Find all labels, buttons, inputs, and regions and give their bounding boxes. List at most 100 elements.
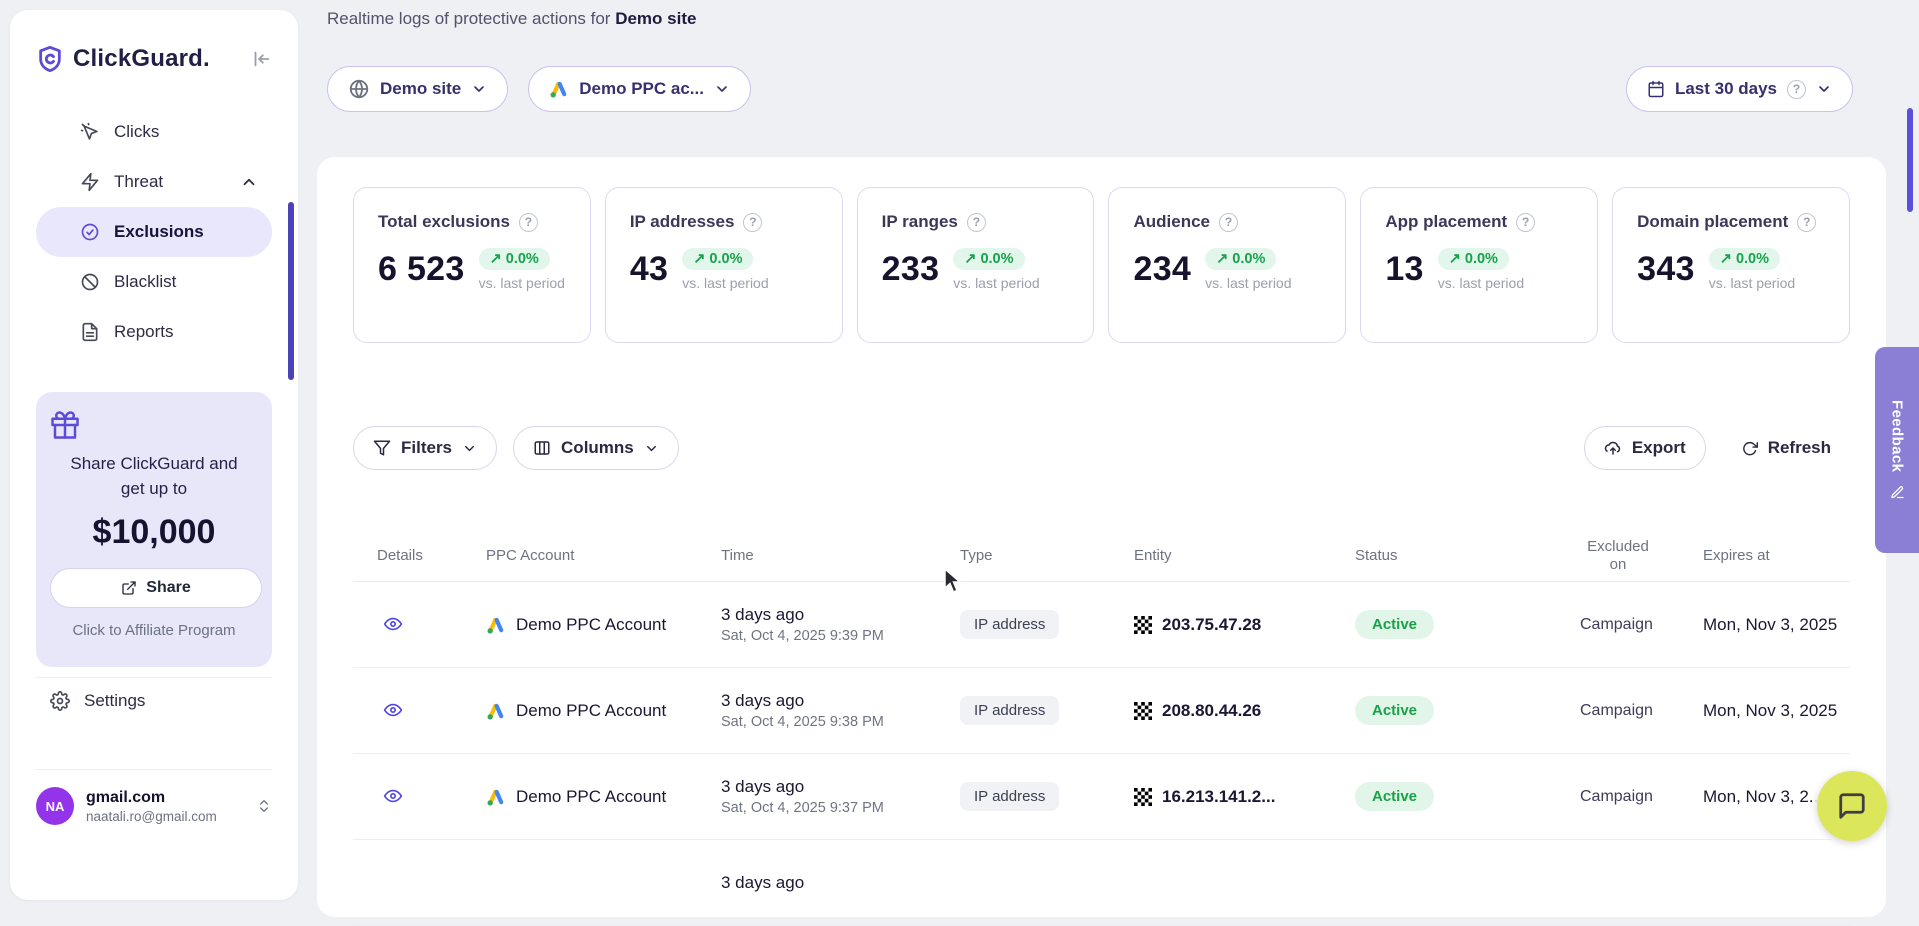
sidebar-item-clicks[interactable]: Clicks: [36, 107, 272, 157]
share-button[interactable]: Share: [50, 568, 262, 608]
affiliate-link-text[interactable]: Click to Affiliate Program: [50, 622, 258, 639]
trend-up-icon: ↗: [1720, 251, 1732, 267]
col-header-expires-at: Expires at: [1703, 547, 1850, 564]
refresh-icon: [1741, 440, 1758, 457]
table-row: 3 days ago: [353, 840, 1850, 926]
view-details-eye-icon[interactable]: [377, 610, 409, 638]
page-subtitle-site: Demo site: [615, 9, 696, 28]
globe-icon: [348, 78, 370, 100]
google-ads-icon: [486, 615, 506, 635]
ppc-account-selector[interactable]: Demo PPC ac...: [528, 66, 751, 112]
col-header-account: PPC Account: [486, 547, 721, 564]
funnel-icon: [373, 439, 391, 457]
affiliate-promo-card[interactable]: Share ClickGuard and get up to $10,000 S…: [36, 392, 272, 667]
stat-card-domain-placement: Domain placement? 343 ↗0.0%vs. last peri…: [1612, 187, 1850, 343]
promo-amount: $10,000: [50, 513, 258, 552]
ppc-account-cell: Demo PPC Account: [516, 787, 666, 807]
feedback-tab[interactable]: Feedback: [1875, 347, 1919, 553]
document-icon: [80, 322, 100, 342]
page-scrollbar-thumb[interactable]: [1907, 108, 1913, 212]
columns-button[interactable]: Columns: [513, 426, 679, 470]
trend-value: 0.0%: [1736, 251, 1769, 267]
feedback-tab-label: Feedback: [1889, 400, 1906, 472]
filters-button[interactable]: Filters: [353, 426, 497, 470]
time-absolute: Sat, Oct 4, 2025 9:39 PM: [721, 628, 960, 644]
stat-card-ip-ranges: IP ranges? 233 ↗0.0%vs. last period: [857, 187, 1095, 343]
sidebar-collapse-icon[interactable]: [250, 48, 272, 70]
site-selector[interactable]: Demo site: [327, 66, 508, 112]
sidebar-nav: Clicks Threat Exclusions Blacklist Repor…: [36, 107, 272, 357]
date-range-selector[interactable]: Last 30 days ?: [1626, 66, 1853, 112]
ppc-account-selector-value: Demo PPC ac...: [579, 79, 704, 99]
sidebar-scrollbar[interactable]: [288, 202, 294, 380]
view-details-eye-icon[interactable]: [377, 782, 409, 810]
export-button-label: Export: [1632, 438, 1686, 458]
user-menu[interactable]: NA gmail.com naatali.ro@gmail.com: [36, 778, 272, 834]
trend-caption: vs. last period: [953, 275, 1039, 291]
sidebar-item-settings[interactable]: Settings: [36, 678, 272, 724]
refresh-button-label: Refresh: [1768, 438, 1831, 458]
table-row: Demo PPC Account 3 days agoSat, Oct 4, 2…: [353, 668, 1850, 754]
stat-label: Audience: [1133, 212, 1210, 232]
stat-card-ip-addresses: IP addresses? 43 ↗0.0%vs. last period: [605, 187, 843, 343]
stat-value: 43: [630, 250, 668, 289]
export-button[interactable]: Export: [1584, 426, 1706, 470]
user-name: gmail.com: [86, 788, 217, 807]
calendar-icon: [1647, 80, 1665, 98]
sidebar-divider: [36, 769, 272, 770]
trend-value: 0.0%: [980, 251, 1013, 267]
avatar: NA: [36, 787, 74, 825]
click-pointer-icon: [80, 122, 100, 142]
time-relative: 3 days ago: [721, 777, 960, 797]
table-toolbar: Filters Columns Export Refresh: [353, 426, 1850, 470]
chevron-up-icon: [240, 173, 258, 191]
promo-message: Share ClickGuard and get up to: [64, 452, 244, 501]
page-subtitle: Realtime logs of protective actions for …: [327, 9, 696, 29]
external-link-icon: [121, 580, 137, 596]
ppc-account-cell: Demo PPC Account: [516, 701, 666, 721]
time-relative: 3 days ago: [721, 691, 960, 711]
user-email: naatali.ro@gmail.com: [86, 809, 217, 824]
view-details-eye-icon[interactable]: [377, 696, 409, 724]
status-badge: Active: [1355, 782, 1434, 811]
sidebar-item-exclusions[interactable]: Exclusions: [36, 207, 272, 257]
type-badge: IP address: [960, 696, 1059, 725]
trend-caption: vs. last period: [479, 275, 565, 291]
trend-caption: vs. last period: [1205, 275, 1291, 291]
stat-label: Total exclusions: [378, 212, 510, 232]
sidebar-item-reports[interactable]: Reports: [36, 307, 272, 357]
help-icon[interactable]: ?: [1797, 213, 1816, 232]
trend-value: 0.0%: [506, 251, 539, 267]
entity-value: 208.80.44.26: [1162, 701, 1261, 721]
site-selector-value: Demo site: [380, 79, 461, 99]
trend-caption: vs. last period: [1709, 275, 1795, 291]
sidebar-item-blacklist[interactable]: Blacklist: [36, 257, 272, 307]
help-icon[interactable]: ?: [1219, 213, 1238, 232]
help-icon[interactable]: ?: [1787, 80, 1806, 99]
help-icon[interactable]: ?: [1516, 213, 1535, 232]
nav-label-reports: Reports: [114, 322, 174, 342]
time-relative: 3 days ago: [721, 873, 960, 893]
chevron-down-icon: [462, 441, 477, 456]
lightning-icon: [80, 172, 100, 192]
sidebar-item-threat[interactable]: Threat: [36, 157, 272, 207]
chevron-up-down-icon: [256, 798, 272, 814]
trend-up-icon: ↗: [1216, 251, 1228, 267]
trend-up-icon: ↗: [490, 251, 502, 267]
date-range-value: Last 30 days: [1675, 79, 1777, 99]
time-absolute: Sat, Oct 4, 2025 9:37 PM: [721, 800, 960, 816]
help-icon[interactable]: ?: [967, 213, 986, 232]
refresh-button[interactable]: Refresh: [1722, 426, 1850, 470]
chevron-down-icon: [1816, 81, 1832, 97]
help-icon[interactable]: ?: [519, 213, 538, 232]
page-subtitle-text: Realtime logs of protective actions for: [327, 9, 610, 28]
nav-label-exclusions: Exclusions: [114, 222, 204, 242]
chevron-down-icon: [644, 441, 659, 456]
selectors-row: Demo site Demo PPC ac...: [327, 66, 751, 112]
time-relative: 3 days ago: [721, 605, 960, 625]
filters-button-label: Filters: [401, 438, 452, 458]
table-row: Demo PPC Account 3 days agoSat, Oct 4, 2…: [353, 582, 1850, 668]
chat-launcher-button[interactable]: [1817, 771, 1887, 841]
help-icon[interactable]: ?: [743, 213, 762, 232]
stat-label: IP addresses: [630, 212, 735, 232]
